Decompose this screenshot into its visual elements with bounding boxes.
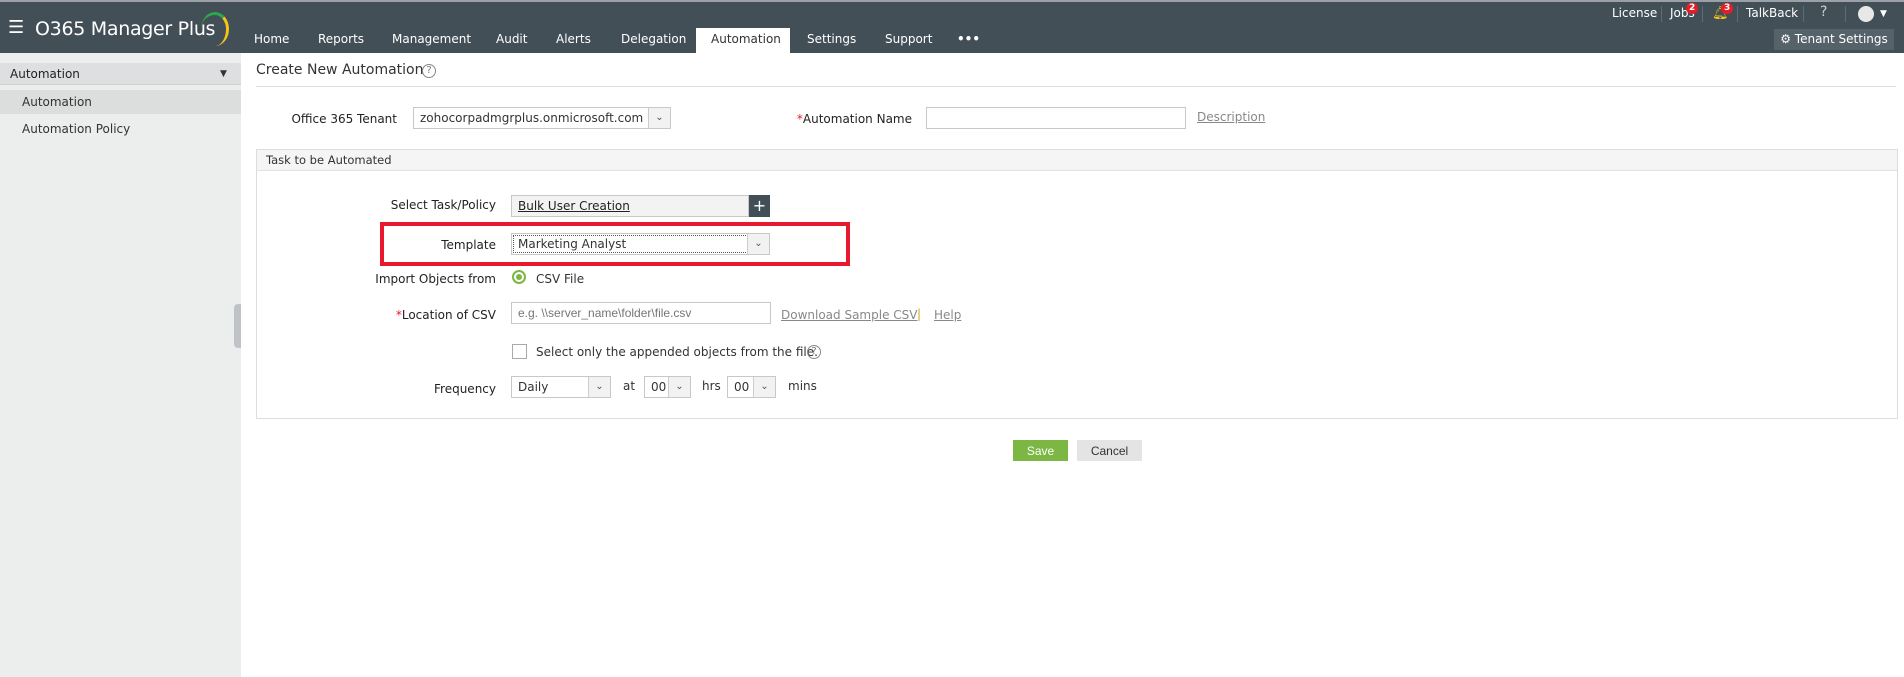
talkback-link[interactable]: TalkBack	[1746, 6, 1798, 20]
frequency-label: Frequency	[434, 382, 496, 396]
link-separator: |	[917, 307, 922, 321]
chevron-down-icon: ⌄	[753, 377, 775, 397]
tab-settings[interactable]: Settings	[807, 28, 856, 53]
tab-automation[interactable]: Automation	[696, 28, 790, 53]
task-section-header: Task to be Automated	[257, 150, 1897, 171]
tab-home[interactable]: Home	[254, 28, 289, 53]
add-task-button[interactable]: +	[749, 195, 770, 217]
tenant-settings-button[interactable]: ⚙ Tenant Settings	[1774, 29, 1894, 50]
highlight-box	[380, 222, 850, 266]
app-logo[interactable]: O365 Manager Plus	[35, 18, 215, 40]
tenant-value: zohocorpadmgrplus.onmicrosoft.com	[420, 111, 644, 125]
tab-support[interactable]: Support	[885, 28, 932, 53]
at-label: at	[623, 379, 636, 393]
divider	[1737, 6, 1738, 22]
help-icon[interactable]: ?	[422, 64, 436, 78]
download-sample-csv-link[interactable]: Download Sample CSV	[781, 308, 917, 322]
csv-option-label: CSV File	[536, 272, 585, 286]
page-title: Create New Automation	[256, 62, 424, 78]
task-field[interactable]: Bulk User Creation	[511, 195, 749, 217]
automation-name-input[interactable]	[926, 107, 1186, 129]
mins-label: mins	[788, 379, 817, 393]
more-tabs-icon[interactable]: •••	[957, 28, 980, 53]
caret-down-icon[interactable]: ▼	[220, 63, 227, 85]
task-label: Select Task/Policy	[390, 198, 496, 212]
frequency-select[interactable]: Daily ⌄	[511, 376, 611, 398]
logo-arc-icon	[201, 12, 229, 46]
divider	[1845, 6, 1846, 22]
gear-icon: ⚙	[1780, 32, 1791, 46]
appended-checkbox[interactable]	[512, 344, 527, 359]
chevron-down-icon: ⌄	[668, 377, 690, 397]
divider	[1661, 6, 1662, 22]
save-button[interactable]: Save	[1013, 440, 1068, 461]
tab-audit[interactable]: Audit	[496, 28, 527, 53]
user-avatar-icon[interactable]	[1858, 6, 1874, 22]
tab-alerts[interactable]: Alerts	[556, 28, 591, 53]
cancel-button[interactable]: Cancel	[1077, 440, 1142, 461]
help-icon[interactable]: ?	[1820, 4, 1827, 20]
divider	[1702, 6, 1703, 22]
tab-reports[interactable]: Reports	[318, 28, 364, 53]
hamburger-menu-icon[interactable]: ☰	[8, 17, 24, 38]
divider	[1803, 6, 1804, 22]
sidebar	[0, 53, 241, 677]
tenant-settings-label: Tenant Settings	[1794, 32, 1888, 46]
csv-location-input[interactable]	[511, 302, 771, 324]
csv-location-label: *Location of CSV	[395, 308, 496, 322]
tab-delegation[interactable]: Delegation	[621, 28, 686, 53]
sidebar-item-automation-policy[interactable]: Automation Policy	[0, 117, 241, 141]
sidebar-section-automation[interactable]: Automation	[0, 63, 241, 85]
appended-label: Select only the appended objects from th…	[536, 345, 818, 359]
hours-select[interactable]: 00 ⌄	[644, 376, 691, 398]
sidebar-collapse-handle[interactable]	[234, 304, 241, 348]
alerts-badge: 3	[1721, 3, 1734, 14]
license-link[interactable]: License	[1612, 6, 1657, 20]
minutes-select[interactable]: 00 ⌄	[727, 376, 776, 398]
tenant-select[interactable]: zohocorpadmgrplus.onmicrosoft.com ⌄	[413, 107, 671, 129]
hrs-label: hrs	[702, 379, 721, 393]
chevron-down-icon: ⌄	[588, 377, 610, 397]
import-label: Import Objects from	[375, 272, 496, 286]
help-icon[interactable]: ?	[807, 345, 821, 359]
tab-management[interactable]: Management	[392, 28, 471, 53]
help-link[interactable]: Help	[934, 308, 961, 322]
sidebar-item-automation[interactable]: Automation	[0, 90, 241, 114]
task-section	[256, 149, 1898, 419]
divider	[256, 86, 1896, 87]
description-link[interactable]: Description	[1197, 110, 1265, 124]
tenant-label: Office 365 Tenant	[291, 112, 397, 126]
csv-radio[interactable]	[512, 270, 526, 284]
chevron-down-icon: ⌄	[648, 108, 670, 128]
jobs-badge: 2	[1686, 3, 1699, 14]
automation-name-label: *Automation Name	[796, 112, 912, 126]
chevron-down-icon[interactable]: ▼	[1880, 9, 1887, 19]
